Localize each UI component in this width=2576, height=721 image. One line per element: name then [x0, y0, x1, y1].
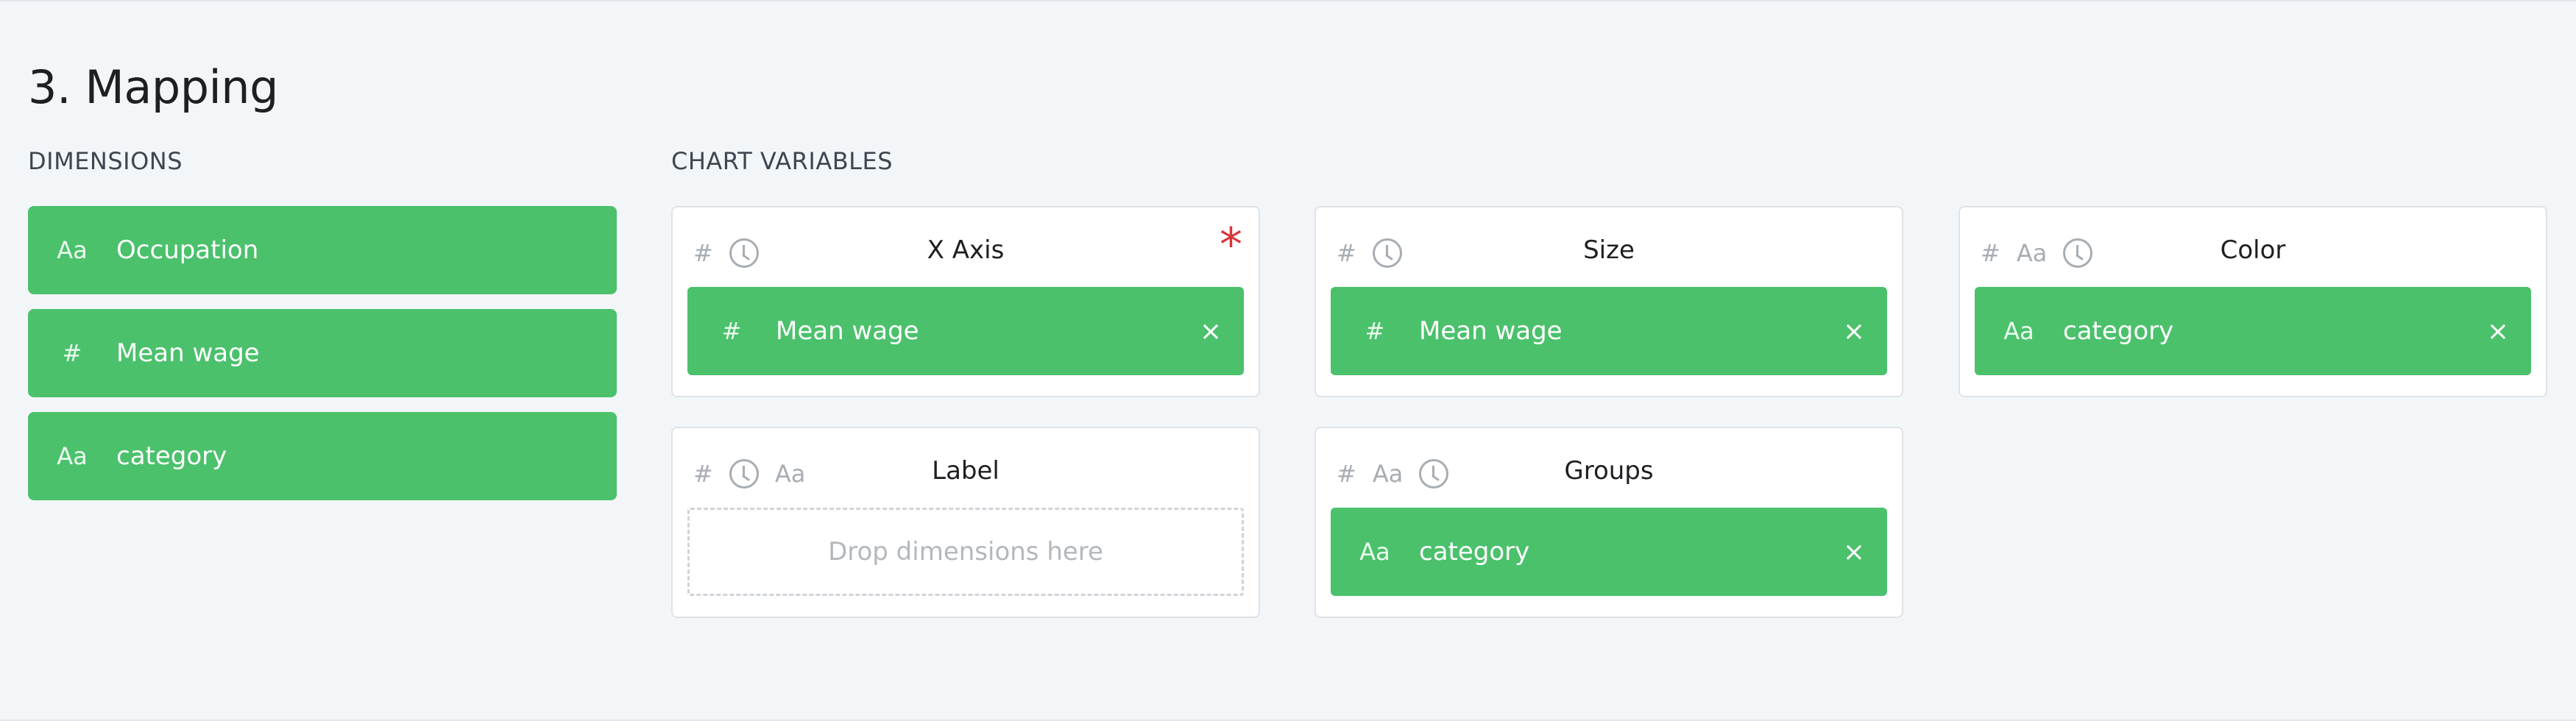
- dimension-label: category: [116, 441, 227, 471]
- mapping-page: 3. Mapping DIMENSIONS Aa Occupation # Me…: [0, 0, 2576, 721]
- variable-card-groups: # Aa Groups Aa category ×: [1314, 427, 1903, 618]
- remove-icon[interactable]: ×: [1821, 316, 1887, 347]
- variable-card-label: # Aa Label Drop dimensions here: [671, 427, 1260, 618]
- text-type-icon: Aa: [2003, 317, 2034, 345]
- dimensions-heading: DIMENSIONS: [28, 147, 183, 175]
- card-header: # X Axis *: [673, 207, 1259, 287]
- dimension-label: Occupation: [116, 235, 259, 265]
- variable-card-color: # Aa Color Aa category ×: [1958, 206, 2547, 397]
- number-type-icon: #: [62, 339, 82, 367]
- remove-icon[interactable]: ×: [1821, 537, 1887, 567]
- dimension-mean-wage[interactable]: # Mean wage: [28, 309, 617, 397]
- number-type-icon: #: [1365, 317, 1385, 345]
- dimension-category[interactable]: Aa category: [28, 412, 617, 500]
- assigned-label: category: [1419, 537, 1530, 566]
- card-header: # Aa Groups: [1316, 428, 1902, 508]
- card-title: X Axis: [927, 235, 1005, 265]
- card-header: # Aa Label: [673, 428, 1259, 508]
- assigned-dimension[interactable]: # Mean wage ×: [687, 287, 1244, 375]
- dimension-dropzone[interactable]: Drop dimensions here: [687, 508, 1244, 596]
- assigned-dimension[interactable]: # Mean wage ×: [1331, 287, 1887, 375]
- card-header: # Size: [1316, 207, 1902, 287]
- required-icon: *: [1220, 218, 1242, 271]
- dimension-label: Mean wage: [116, 338, 260, 368]
- text-type-icon: Aa: [57, 236, 88, 264]
- card-title: Size: [1583, 235, 1635, 265]
- assigned-dimension[interactable]: Aa category ×: [1975, 287, 2531, 375]
- assigned-label: Mean wage: [776, 316, 919, 346]
- card-header: # Aa Color: [1960, 207, 2546, 287]
- chart-variables-heading: CHART VARIABLES: [671, 147, 894, 175]
- variable-card-size: # Size # Mean wage ×: [1314, 206, 1903, 397]
- assigned-dimension[interactable]: Aa category ×: [1331, 508, 1887, 596]
- page-title: 3. Mapping: [28, 60, 278, 114]
- dimension-occupation[interactable]: Aa Occupation: [28, 206, 617, 294]
- remove-icon[interactable]: ×: [1178, 316, 1244, 347]
- remove-icon[interactable]: ×: [2465, 316, 2531, 347]
- assigned-label: category: [2063, 316, 2174, 346]
- assigned-label: Mean wage: [1419, 316, 1563, 346]
- card-title: Groups: [1564, 456, 1654, 486]
- card-title: Color: [2220, 235, 2286, 265]
- text-type-icon: Aa: [57, 442, 88, 470]
- number-type-icon: #: [721, 317, 742, 345]
- variable-card-x-axis: # X Axis * # Mean wage ×: [671, 206, 1260, 397]
- card-title: Label: [932, 456, 999, 486]
- text-type-icon: Aa: [1359, 538, 1390, 566]
